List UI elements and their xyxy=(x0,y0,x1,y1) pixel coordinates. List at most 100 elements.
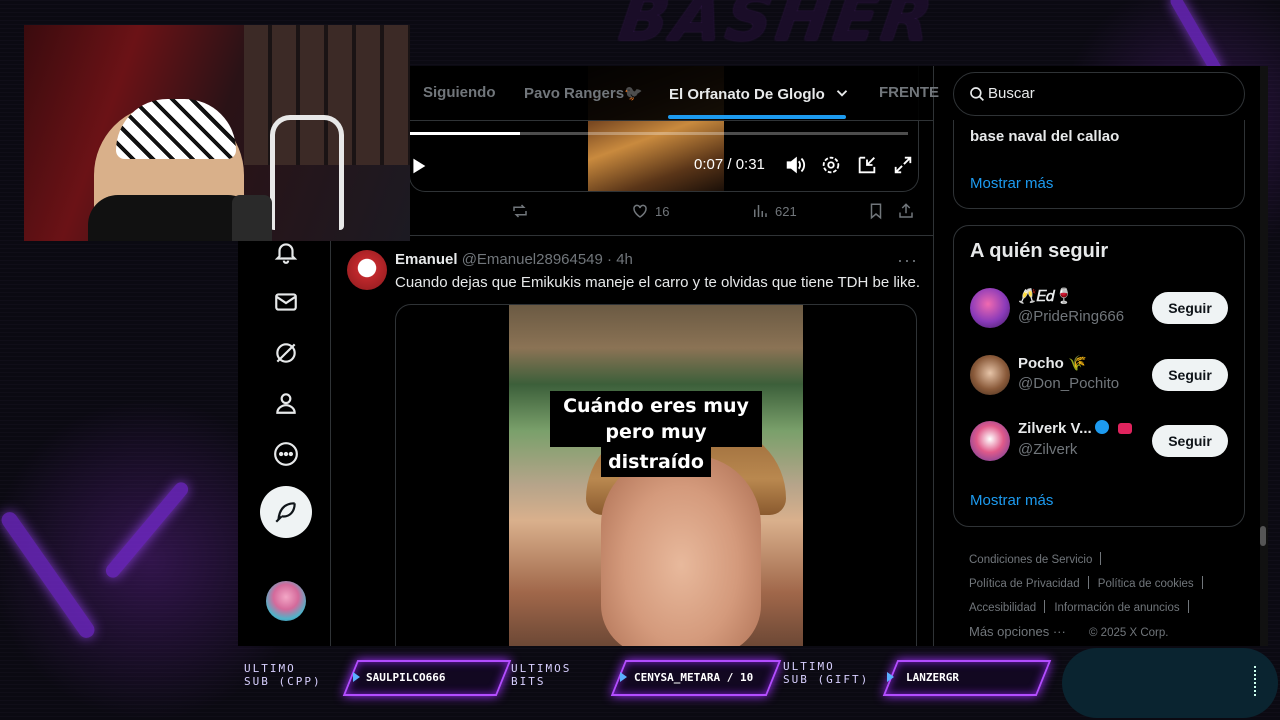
share-action[interactable] xyxy=(897,202,915,220)
chevron-down-icon[interactable] xyxy=(833,84,851,102)
post-more-icon[interactable]: ··· xyxy=(897,250,918,271)
stream-bottom-bar: ULTIMO SUB (CPP) SAULPILCO666 ULTIMOS BI… xyxy=(0,646,1280,720)
user-avatar[interactable] xyxy=(970,355,1010,395)
trends-show-more-link[interactable]: Mostrar más xyxy=(970,175,1053,192)
post-actions: 3 16 621 xyxy=(391,202,913,226)
follow-suggestion[interactable]: 🥂𝐸𝑑🍷 @PrideRing666 Seguir xyxy=(970,284,1230,334)
compose-post-button[interactable] xyxy=(260,486,312,538)
last-bits-box: CENYSA_METARA / 10 xyxy=(610,660,782,696)
more-circle-icon xyxy=(274,442,298,466)
tab-el-orfanato[interactable]: El Orfanato De Gloglo xyxy=(669,84,851,103)
footer-separator xyxy=(1201,576,1203,589)
webcam-chair xyxy=(270,115,344,230)
last-sub-value: SAULPILCO666 xyxy=(366,671,446,684)
active-tab-indicator xyxy=(668,115,846,119)
search-input[interactable]: Buscar xyxy=(988,85,1035,102)
user-avatar[interactable] xyxy=(970,288,1010,328)
like-action[interactable]: 16 xyxy=(631,202,669,220)
footer-accessibility-link[interactable]: Accesibilidad xyxy=(969,602,1036,614)
who-to-follow-card: A quién seguir 🥂𝐸𝑑🍷 @PrideRing666 Seguir… xyxy=(953,225,1245,527)
play-icon[interactable] xyxy=(409,155,429,177)
person-icon xyxy=(276,393,296,414)
last-gift-label-line1: ULTIMO xyxy=(783,660,835,673)
volume-icon[interactable] xyxy=(784,154,806,176)
timeline-feed: 0:07 / 0:31 3 16 621 xyxy=(331,66,939,646)
verified-badge-icon xyxy=(1094,420,1109,434)
post-video[interactable]: Cuándo eres muy pero muy distraído xyxy=(395,304,917,646)
grok-nav[interactable] xyxy=(264,331,308,375)
footer-terms-link[interactable]: Condiciones de Servicio xyxy=(969,554,1092,566)
follow-button[interactable]: Seguir xyxy=(1152,425,1228,457)
last-bits-label: ULTIMOS BITS xyxy=(511,662,571,688)
footer-cookies-link[interactable]: Política de cookies xyxy=(1098,578,1194,590)
user-handle[interactable]: @Zilverk xyxy=(1018,441,1077,458)
post-text: Cuando dejas que Emikukis maneje el carr… xyxy=(395,274,920,291)
pip-icon[interactable] xyxy=(856,154,878,176)
search-box[interactable]: Buscar xyxy=(953,72,1245,116)
right-sidebar: Buscar base naval del callao Mostrar más… xyxy=(953,66,1268,646)
bookmark-icon xyxy=(870,203,882,220)
last-gift-box: LANZERGR xyxy=(882,660,1052,696)
tab-siguiendo[interactable]: Siguiendo xyxy=(423,84,496,101)
account-avatar[interactable] xyxy=(266,581,306,621)
like-count: 16 xyxy=(655,203,670,219)
user-name[interactable]: Zilverk V... xyxy=(1018,420,1092,437)
gamepad-icon xyxy=(1117,423,1132,434)
messages-nav[interactable] xyxy=(264,280,308,324)
footer-copyright: © 2025 X Corp. xyxy=(1089,627,1169,639)
post-time[interactable]: · 4h xyxy=(607,251,633,268)
scrollbar-thumb[interactable] xyxy=(1260,526,1266,546)
settings-gear-icon[interactable] xyxy=(820,154,842,176)
last-gift-label: ULTIMO SUB (GIFT) xyxy=(783,660,869,686)
footer-privacy-link[interactable]: Política de Privacidad xyxy=(969,578,1080,590)
user-name[interactable]: Pocho 🌾 xyxy=(1018,354,1087,372)
profile-nav[interactable] xyxy=(264,381,308,425)
post-author-handle[interactable]: @Emanuel28964549 xyxy=(462,251,603,268)
last-sub-label-line1: ULTIMO xyxy=(244,662,296,675)
trend-item[interactable]: base naval del callao xyxy=(970,128,1119,145)
webcam-streamer-hat xyxy=(116,99,236,159)
timeline-tabs: Siguiendo Pavo Rangers🐦‍⬛ El Orfanato De… xyxy=(331,66,939,121)
footer-more-link[interactable]: Más opciones ··· xyxy=(969,624,1066,639)
follow-button[interactable]: Seguir xyxy=(1152,292,1228,324)
post[interactable]: Emanuel @Emanuel28964549 · 4h ··· Cuando… xyxy=(331,236,933,646)
stream-widget-dots xyxy=(1254,666,1260,696)
last-bits-label-line1: ULTIMOS xyxy=(511,662,572,675)
video-time: 0:07 / 0:31 xyxy=(694,156,765,173)
heart-icon xyxy=(633,204,647,218)
trends-card: base naval del callao Mostrar más xyxy=(953,120,1245,209)
last-bits-label-line2: BITS xyxy=(511,675,546,688)
page-scrollbar[interactable] xyxy=(1260,66,1268,646)
follow-button[interactable]: Seguir xyxy=(1152,359,1228,391)
footer-separator xyxy=(1087,576,1089,589)
user-name[interactable]: 🥂𝐸𝑑🍷 xyxy=(1018,287,1074,305)
post-author-name[interactable]: Emanuel xyxy=(395,251,458,268)
last-sub-label-line2: SUB (CPP) xyxy=(244,675,322,688)
follow-suggestion[interactable]: Zilverk V... @Zilverk Seguir xyxy=(970,417,1230,467)
footer-links: Condiciones de Servicio Política de Priv… xyxy=(969,548,1239,645)
repost-action[interactable] xyxy=(511,202,529,220)
follow-suggestion[interactable]: Pocho 🌾 @Don_Pochito Seguir xyxy=(970,351,1230,401)
caption-line-1: Cuándo eres muy pero muy xyxy=(550,391,762,447)
who-to-follow-title: A quién seguir xyxy=(970,240,1109,262)
user-avatar[interactable] xyxy=(970,421,1010,461)
tab-frente[interactable]: FRENTE xyxy=(879,84,939,101)
video-progress-fill xyxy=(410,132,520,135)
views-action[interactable]: 621 xyxy=(751,202,797,220)
footer-ads-link[interactable]: Información de anuncios xyxy=(1054,602,1179,614)
follow-show-more-link[interactable]: Mostrar más xyxy=(970,492,1053,509)
bookmark-action[interactable] xyxy=(867,202,885,220)
post-author-avatar[interactable] xyxy=(347,250,387,290)
stream-widget-circle xyxy=(1062,648,1278,718)
user-handle[interactable]: @PrideRing666 xyxy=(1018,308,1124,325)
fullscreen-icon[interactable] xyxy=(892,154,914,176)
tab-label: El Orfanato De Gloglo xyxy=(669,86,825,103)
last-sub-box: SAULPILCO666 xyxy=(342,660,512,696)
user-handle[interactable]: @Don_Pochito xyxy=(1018,375,1119,392)
user-name-row: Zilverk V... xyxy=(1018,420,1132,437)
last-sub-label: ULTIMO SUB (CPP) xyxy=(244,662,322,688)
tab-pavo-rangers[interactable]: Pavo Rangers🐦‍⬛ xyxy=(524,84,643,102)
webcam-overlay xyxy=(24,25,410,241)
more-nav[interactable] xyxy=(264,432,308,476)
last-bits-value: CENYSA_METARA / 10 xyxy=(634,671,754,684)
